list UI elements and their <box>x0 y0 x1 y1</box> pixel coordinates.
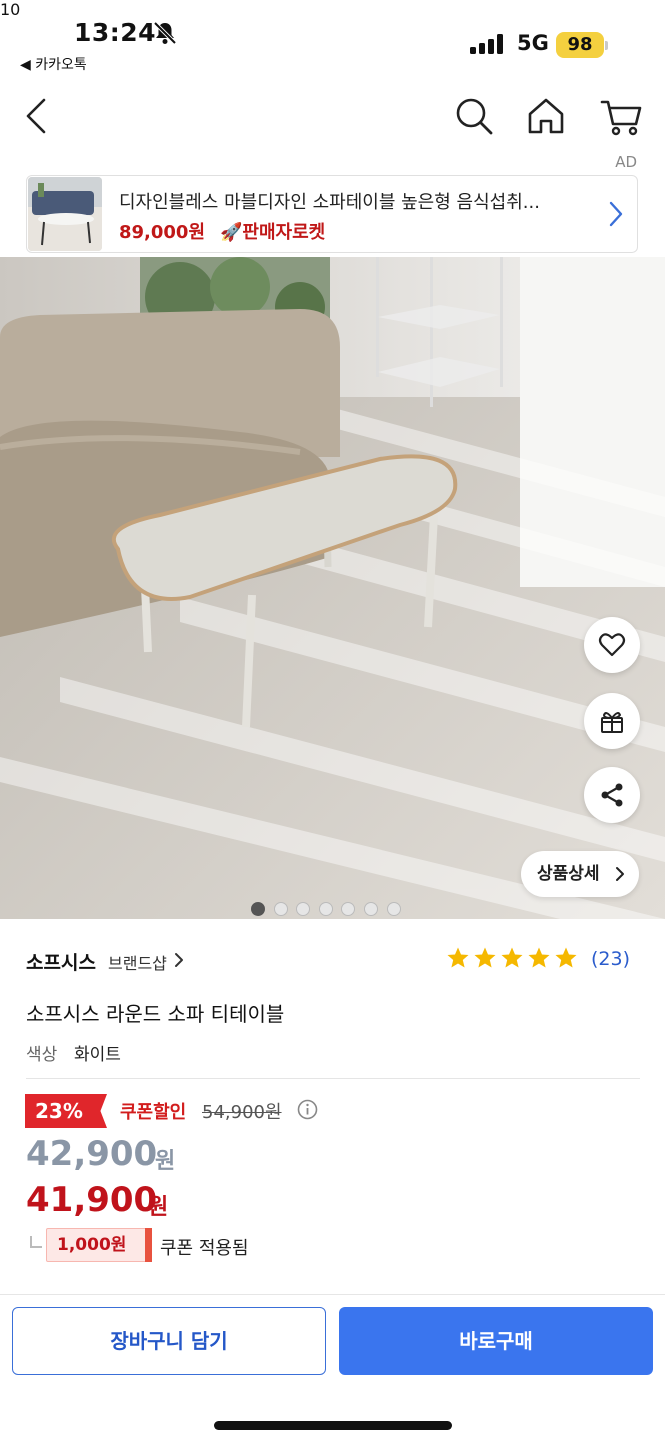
sale-price-unit: 원 <box>155 1149 176 1174</box>
signal-icon <box>470 34 503 54</box>
carousel-dot[interactable] <box>363 902 378 916</box>
sale-price: 42,900 <box>26 1134 158 1174</box>
battery-icon: 98 <box>556 32 604 58</box>
ad-label: AD <box>615 153 637 171</box>
coupon-price: 41,900 <box>26 1180 158 1220</box>
star-icon <box>474 947 496 968</box>
original-price: 54,900원 <box>202 1102 282 1123</box>
home-icon[interactable] <box>524 94 568 138</box>
discount-rate-badge: 23% <box>25 1094 107 1128</box>
indent-marker <box>30 1236 42 1248</box>
carousel-dot[interactable] <box>273 902 288 916</box>
status-bar: 13:24 ◀ 카카오톡 5G 98 <box>0 0 665 80</box>
buy-now-button[interactable]: 바로구매 <box>339 1307 653 1375</box>
option-label: 색상 <box>26 1045 58 1065</box>
home-indicator <box>214 1421 452 1430</box>
chevron-right-icon <box>609 201 623 227</box>
back-to-app-link[interactable]: ◀ 카카오톡 <box>20 54 87 74</box>
network-label: 5G <box>517 31 549 55</box>
cart-icon[interactable] <box>598 94 646 138</box>
add-to-cart-button[interactable]: 장바구니 담기 <box>12 1307 326 1375</box>
status-time: 13:24 <box>74 18 157 47</box>
gift-button[interactable] <box>584 693 640 749</box>
product-detail-button[interactable]: 상품상세 <box>521 851 639 897</box>
info-icon[interactable] <box>297 1099 318 1120</box>
product-title: 소프시스 라운드 소파 티테이블 <box>26 1002 285 1026</box>
coupon-amount-chip: 1,000원 <box>46 1228 152 1262</box>
rating-stars[interactable] <box>446 946 581 974</box>
coupon-chip-edge <box>145 1228 152 1262</box>
ad-price: 89,000원 <box>119 222 206 243</box>
review-count-link[interactable]: (23) <box>591 948 630 970</box>
star-icon <box>447 947 469 968</box>
wishlist-button[interactable] <box>584 617 640 673</box>
carousel-dot[interactable] <box>251 902 265 916</box>
product-image-carousel[interactable]: 상품상세 <box>0 257 665 919</box>
brand-shop-link[interactable]: 브랜드샵 <box>108 950 167 974</box>
product-detail-label: 상품상세 <box>537 864 600 884</box>
heart-icon <box>598 633 626 657</box>
bottom-action-bar: 장바구니 담기 바로구매 <box>0 1294 665 1440</box>
chevron-right-icon <box>175 953 183 967</box>
gift-icon <box>601 712 623 733</box>
coupon-discount-label: 쿠폰할인 <box>120 1102 187 1123</box>
share-icon <box>601 783 623 807</box>
star-icon <box>555 947 577 968</box>
bell-muted-icon <box>153 21 177 45</box>
coupon-price-unit: 원 <box>148 1195 169 1220</box>
product-photo <box>0 257 665 919</box>
star-icon <box>528 947 550 968</box>
carousel-indicator <box>251 901 409 916</box>
ad-thumbnail <box>28 177 102 251</box>
battery-tip <box>605 41 608 50</box>
share-button[interactable] <box>584 767 640 823</box>
chevron-right-icon <box>616 867 624 881</box>
ad-banner[interactable]: 디자인블레스 마블디자인 소파테이블 높은형 음식섭취... 89,000원 🚀… <box>26 175 638 253</box>
top-nav <box>0 80 665 152</box>
carousel-dot[interactable] <box>386 902 401 916</box>
ad-title: 디자인블레스 마블디자인 소파테이블 높은형 음식섭취... <box>119 192 540 213</box>
option-value: 화이트 <box>74 1045 121 1065</box>
star-icon <box>501 947 523 968</box>
back-arrow-icon[interactable] <box>20 96 52 136</box>
carousel-dot[interactable] <box>296 902 311 916</box>
search-icon[interactable] <box>452 94 496 138</box>
coupon-applied-text: 쿠폰 적용됨 <box>160 1238 249 1259</box>
carousel-dot[interactable] <box>318 902 333 916</box>
carousel-dot[interactable] <box>341 902 356 916</box>
divider <box>26 1078 640 1079</box>
brand-name[interactable]: 소프시스 <box>26 948 96 975</box>
ad-delivery-badge: 🚀판매자로켓 <box>220 222 326 243</box>
